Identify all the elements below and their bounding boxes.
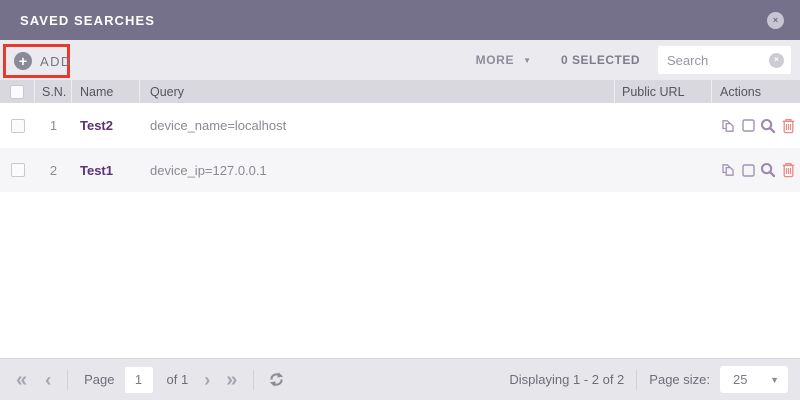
row-query: device_name=localhost (140, 118, 615, 133)
select-all-checkbox[interactable] (10, 85, 24, 99)
add-button[interactable]: + ADD (14, 52, 72, 70)
page-size-select[interactable]: 25 ▼ (720, 366, 788, 393)
search-box: × (658, 46, 791, 74)
search-input[interactable] (667, 53, 762, 68)
titlebar: SAVED SEARCHES × (0, 0, 800, 40)
public-url-toggle-icon[interactable] (740, 118, 756, 134)
saved-searches-panel: SAVED SEARCHES × + ADD MORE ▼ 0 SELECTED… (0, 0, 800, 400)
copy-icon[interactable] (720, 118, 736, 134)
prev-page-icon[interactable]: ‹ (45, 371, 51, 389)
search-clear-icon[interactable]: × (769, 53, 784, 68)
add-button-label: ADD (40, 54, 72, 69)
page-of-label: of 1 (167, 372, 189, 387)
row-actions (720, 162, 796, 178)
last-page-icon[interactable]: » (226, 370, 237, 390)
more-button-label: MORE (476, 53, 514, 67)
copy-icon[interactable] (720, 162, 736, 178)
page-number-input[interactable] (125, 367, 153, 393)
search-run-icon[interactable] (760, 118, 776, 134)
row-actions (720, 118, 796, 134)
page-title: SAVED SEARCHES (20, 13, 155, 28)
plus-icon: + (14, 52, 32, 70)
divider (253, 370, 254, 390)
refresh-icon[interactable] (268, 371, 285, 388)
column-header-public-url: Public URL (615, 80, 712, 103)
toolbar-right: MORE ▼ 0 SELECTED × (476, 46, 800, 74)
more-button[interactable]: MORE ▼ (476, 53, 531, 67)
select-all-cell (0, 80, 35, 103)
table-row: 2 Test1 device_ip=127.0.0.1 (0, 148, 800, 192)
page-label: Page (84, 372, 114, 387)
chevron-down-icon: ▼ (770, 375, 779, 385)
chevron-down-icon: ▼ (523, 56, 531, 65)
table-header: S.N. Name Query Public URL Actions (0, 80, 800, 103)
column-header-sn: S.N. (35, 80, 72, 103)
row-sn: 2 (35, 163, 72, 178)
row-checkbox[interactable] (11, 163, 25, 177)
saved-search-name-link[interactable]: Test1 (80, 163, 113, 178)
search-run-icon[interactable] (760, 162, 776, 178)
public-url-toggle-icon[interactable] (740, 162, 756, 178)
page-size-label: Page size: (649, 372, 710, 387)
close-icon[interactable]: × (767, 12, 784, 29)
page-size-value: 25 (733, 372, 747, 387)
row-sn: 1 (35, 118, 72, 133)
row-query: device_ip=127.0.0.1 (140, 163, 615, 178)
divider (67, 370, 68, 390)
table-row: 1 Test2 device_name=localhost (0, 103, 800, 148)
saved-search-name-link[interactable]: Test2 (80, 118, 113, 133)
column-header-query: Query (140, 80, 615, 103)
row-checkbox[interactable] (11, 119, 25, 133)
column-header-name: Name (72, 80, 140, 103)
delete-icon[interactable] (780, 162, 796, 178)
pagination-footer: « ‹ Page of 1 › » Displaying 1 - 2 of 2 … (0, 358, 800, 400)
next-page-icon[interactable]: › (204, 371, 210, 389)
column-header-actions: Actions (712, 80, 800, 103)
toolbar: + ADD MORE ▼ 0 SELECTED × (0, 40, 800, 80)
delete-icon[interactable] (780, 118, 796, 134)
divider (636, 370, 637, 390)
add-button-annotation-highlight: + ADD (3, 44, 70, 78)
first-page-icon[interactable]: « (16, 370, 27, 390)
displaying-text: Displaying 1 - 2 of 2 (509, 372, 624, 387)
selected-count: 0 SELECTED (561, 53, 640, 67)
